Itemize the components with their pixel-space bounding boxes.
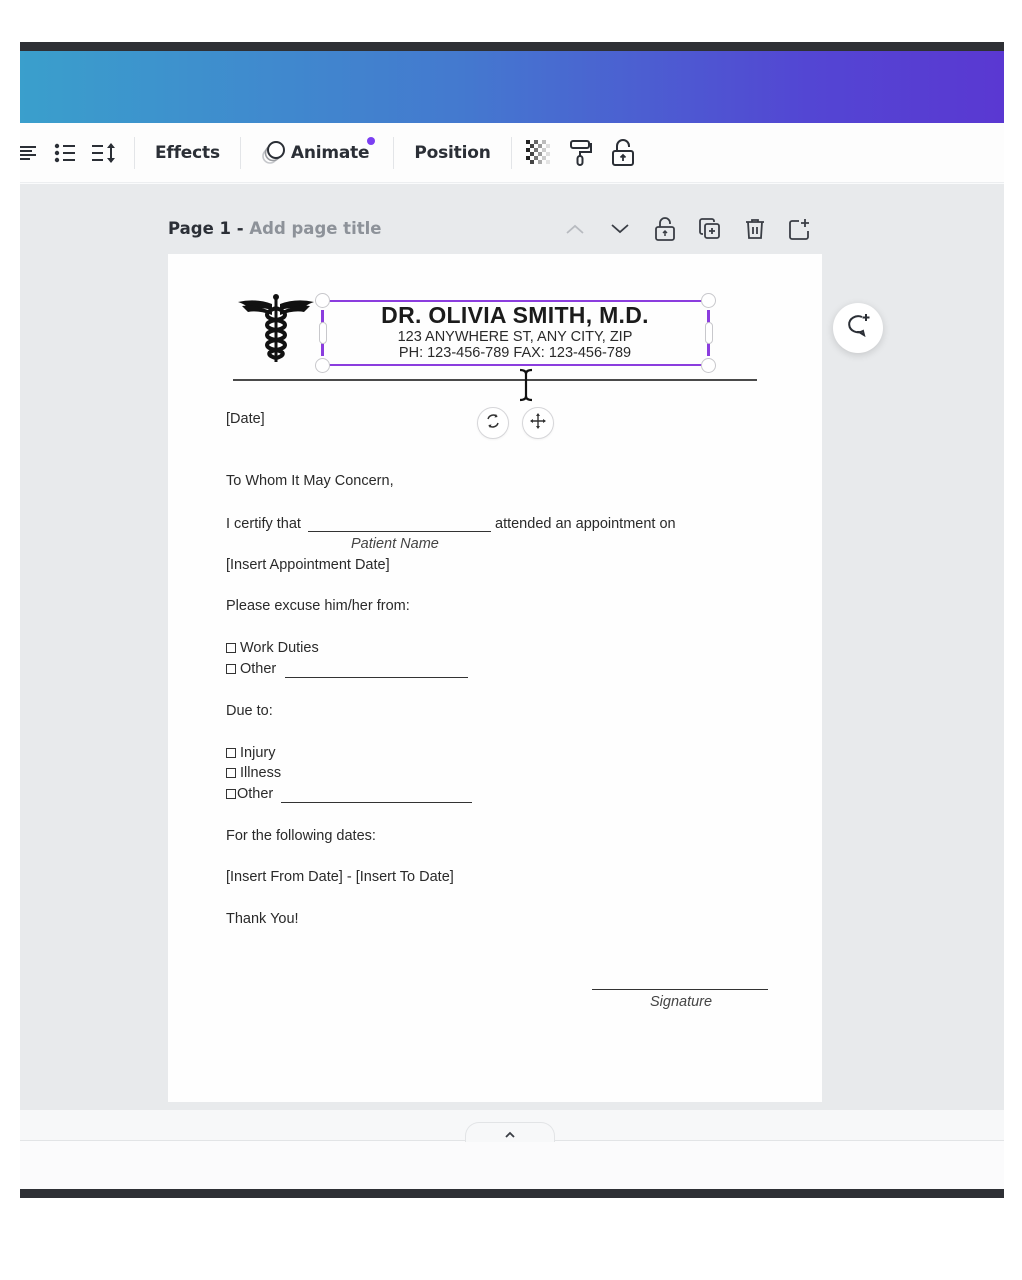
effects-button[interactable]: Effects xyxy=(145,143,230,163)
page-title-separator: - xyxy=(231,219,250,238)
checkbox-icon[interactable] xyxy=(226,768,236,778)
add-page-title-input[interactable]: Add page title xyxy=(249,219,381,238)
excuse-option-work-duties[interactable]: Work Duties xyxy=(226,640,319,656)
option-label: Other xyxy=(240,661,277,677)
due-option-injury[interactable]: Injury xyxy=(226,745,275,761)
certify-suffix[interactable]: attended an appointment on xyxy=(495,516,676,532)
chevron-up-icon[interactable] xyxy=(560,214,590,244)
bulleted-list-icon[interactable] xyxy=(52,140,78,166)
move-icon xyxy=(530,413,546,433)
toolbar-divider xyxy=(510,136,512,169)
add-comment-icon xyxy=(844,312,872,344)
lock-icon[interactable] xyxy=(650,214,680,244)
certify-prefix[interactable]: I certify that xyxy=(226,516,301,532)
date-range-placeholder[interactable]: [Insert From Date] - [Insert To Date] xyxy=(226,869,454,885)
animate-button[interactable]: Animate xyxy=(251,136,380,165)
toolbar-divider xyxy=(239,136,241,169)
dates-heading[interactable]: For the following dates: xyxy=(226,828,376,844)
transparency-icon[interactable] xyxy=(525,139,552,166)
toolbar-divider xyxy=(134,136,135,169)
option-label: Illness xyxy=(240,765,282,781)
add-comment-button[interactable] xyxy=(833,303,883,353)
header-divider-line xyxy=(233,379,757,381)
rotate-button[interactable] xyxy=(477,407,509,439)
closing[interactable]: Thank You! xyxy=(226,911,299,927)
option-label: Injury xyxy=(240,745,276,761)
animate-label: Animate xyxy=(290,142,370,163)
chevron-up-icon xyxy=(505,1123,515,1142)
new-badge-dot xyxy=(367,136,376,145)
excuse-option-other[interactable]: Other xyxy=(226,661,276,677)
due-option-other[interactable]: Other xyxy=(226,786,273,802)
due-heading[interactable]: Due to: xyxy=(226,703,273,719)
chevron-down-icon[interactable] xyxy=(605,214,635,244)
page-number-label: Page 1 xyxy=(168,219,232,238)
editor-header xyxy=(20,51,1004,123)
text-toolbar: Effects Animate Position xyxy=(20,123,1004,183)
option-label: Work Duties xyxy=(240,640,319,656)
excuse-heading[interactable]: Please excuse him/her from: xyxy=(226,598,410,614)
window-bottom-bar xyxy=(20,1189,1004,1198)
toolbar-divider xyxy=(393,136,395,169)
excuse-other-blank[interactable] xyxy=(285,677,468,678)
salutation[interactable]: To Whom It May Concern, xyxy=(226,473,394,489)
text-cursor-icon xyxy=(517,368,535,402)
signature-caption: Signature xyxy=(650,994,713,1010)
doctor-phone[interactable]: PH: 123-456-789 FAX: 123-456-789 xyxy=(322,345,708,361)
move-button[interactable] xyxy=(522,407,554,439)
position-button[interactable]: Position xyxy=(404,143,500,163)
editor-window: Effects Animate Position Page 1 - Add pa… xyxy=(20,42,1004,1198)
document-page[interactable]: DR. OLIVIA SMITH, M.D. 123 ANYWHERE ST, … xyxy=(168,254,822,1102)
page-title: Page 1 - Add page title xyxy=(168,219,381,238)
date-placeholder[interactable]: [Date] xyxy=(226,411,265,427)
align-left-icon[interactable] xyxy=(20,140,42,166)
checkbox-icon[interactable] xyxy=(226,664,236,674)
trash-icon[interactable] xyxy=(740,214,770,244)
signature-line[interactable] xyxy=(592,989,768,990)
due-other-blank[interactable] xyxy=(281,802,472,803)
expand-panel-button[interactable] xyxy=(465,1122,555,1142)
checkbox-icon[interactable] xyxy=(226,789,236,799)
doctor-name[interactable]: DR. OLIVIA SMITH, M.D. xyxy=(322,302,708,329)
animate-icon xyxy=(261,140,287,165)
option-label: Other xyxy=(237,786,274,802)
rotate-icon xyxy=(485,413,501,433)
duplicate-page-icon[interactable] xyxy=(695,214,725,244)
line-spacing-icon[interactable] xyxy=(92,140,118,166)
patient-name-caption: Patient Name xyxy=(351,536,439,552)
page-actions xyxy=(560,214,815,244)
paint-roller-icon[interactable] xyxy=(568,139,594,166)
caduceus-logo-icon[interactable] xyxy=(236,294,316,366)
add-page-icon[interactable] xyxy=(785,214,815,244)
bottom-panel xyxy=(20,1110,1004,1198)
patient-name-blank[interactable] xyxy=(308,531,491,532)
unlock-icon[interactable] xyxy=(610,138,636,166)
checkbox-icon[interactable] xyxy=(226,748,236,758)
animate-label-wrap: Animate xyxy=(290,136,376,163)
appointment-date-placeholder[interactable]: [Insert Appointment Date] xyxy=(226,557,390,573)
checkbox-icon[interactable] xyxy=(226,643,236,653)
due-option-illness[interactable]: Illness xyxy=(226,765,281,781)
window-top-bar xyxy=(20,42,1004,51)
doctor-address[interactable]: 123 ANYWHERE ST, ANY CITY, ZIP xyxy=(322,329,708,345)
